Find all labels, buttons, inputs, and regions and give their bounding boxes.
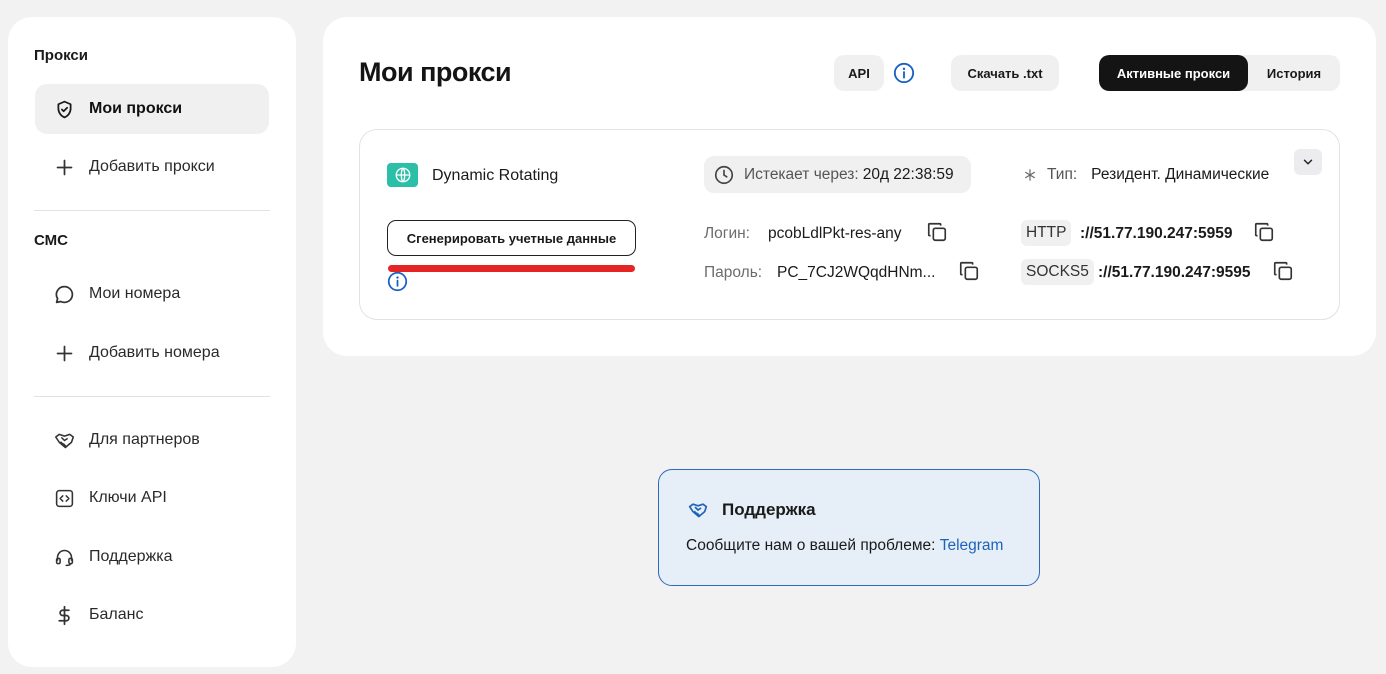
sidebar-item-support[interactable]: Поддержка (35, 532, 269, 582)
copy-icon[interactable] (1253, 221, 1275, 243)
plus-icon (53, 342, 75, 364)
sidebar-item-label: Для партнеров (89, 431, 200, 448)
support-title: Поддержка (722, 500, 816, 519)
login-value: pcobLdlPkt-res-any (768, 225, 902, 242)
tab-history[interactable]: История (1248, 55, 1340, 91)
sidebar-item-my-numbers[interactable]: Мои номера (35, 269, 269, 319)
api-button[interactable]: API (834, 55, 884, 91)
http-address: ://51.77.190.247:5959 (1080, 225, 1233, 242)
sidebar-item-label: Добавить номера (89, 344, 220, 361)
headset-icon (53, 546, 75, 568)
expires-badge: Истекает через: 20д 22:38:59 (704, 156, 971, 193)
sidebar-item-label: Баланс (89, 606, 144, 623)
telegram-link[interactable]: Telegram (940, 537, 1004, 554)
support-box: Поддержка Сообщите нам о вашей проблеме:… (658, 469, 1040, 586)
handshake-icon (688, 503, 708, 518)
copy-icon[interactable] (958, 260, 980, 282)
divider (34, 396, 270, 397)
generate-credentials-button[interactable]: Сгенерировать учетные данные (387, 220, 636, 256)
info-icon[interactable] (893, 62, 915, 84)
copy-icon[interactable] (1272, 260, 1294, 282)
expand-button[interactable] (1294, 149, 1322, 175)
sidebar-item-add-numbers[interactable]: Добавить номера (35, 328, 269, 378)
proxy-name: Dynamic Rotating (432, 167, 559, 184)
support-message: Сообщите нам о вашей проблеме: Telegram (686, 537, 1003, 555)
sidebar-item-label: Мои номера (89, 285, 181, 302)
handshake-icon (53, 429, 75, 451)
chat-bubble-icon (53, 283, 75, 305)
globe-icon (387, 163, 418, 187)
plus-icon (53, 156, 75, 178)
sidebar-item-label: Поддержка (89, 548, 173, 565)
info-icon[interactable] (387, 271, 408, 292)
main-panel: Мои прокси API Скачать .txt Активные про… (323, 17, 1376, 356)
code-icon (53, 487, 75, 509)
sidebar-item-label: Добавить прокси (89, 158, 215, 175)
sidebar-item-balance[interactable]: Баланс (35, 590, 269, 640)
page-title: Мои прокси (359, 57, 512, 87)
shield-icon (53, 98, 75, 120)
expires-label: Истекает через: (744, 165, 859, 183)
password-label: Пароль: (704, 264, 763, 281)
support-header: Поддержка (686, 500, 816, 520)
login-label: Логин: (704, 225, 750, 242)
download-txt-button[interactable]: Скачать .txt (951, 55, 1059, 91)
socks5-address: ://51.77.190.247:9595 (1098, 264, 1251, 281)
sidebar-item-my-proxies[interactable]: Мои прокси (35, 84, 269, 134)
http-badge: HTTP (1021, 220, 1072, 246)
proxy-card: Dynamic Rotating Истекает через: 20д 22:… (359, 129, 1340, 320)
divider (34, 210, 270, 211)
clock-icon (714, 165, 734, 184)
asterisk-icon (1025, 169, 1035, 181)
support-message-text: Сообщите нам о вашей проблеме: (686, 537, 940, 554)
sidebar-item-partners[interactable]: Для партнеров (35, 415, 269, 465)
copy-icon[interactable] (926, 221, 948, 243)
sidebar-item-label: Ключи API (89, 489, 167, 506)
expires-value: 20д 22:38:59 (862, 165, 954, 183)
sidebar-item-label: Мои прокси (89, 100, 183, 117)
socks5-badge: SOCKS5 (1021, 259, 1094, 285)
tabs: Активные прокси История (1099, 55, 1340, 91)
sidebar: Прокси Мои прокси Добавить прокси СМС Мо… (8, 17, 296, 667)
password-value: PC_7CJ2WQqdHNm... (777, 264, 936, 281)
type-value: Резидент. Динамические (1091, 166, 1270, 183)
sidebar-item-api-keys[interactable]: Ключи API (35, 473, 269, 523)
dollar-icon (53, 604, 75, 626)
type-row: Тип: Резидент. Динамические (1023, 166, 1269, 184)
type-label: Тип: (1047, 166, 1078, 183)
chevron-down-icon (1303, 159, 1313, 165)
error-indicator-bar (388, 265, 635, 272)
sidebar-item-add-proxy[interactable]: Добавить прокси (35, 142, 269, 192)
section-title-sms: СМС (34, 232, 68, 249)
section-title-proxy: Прокси (34, 47, 88, 64)
tab-active-proxies[interactable]: Активные прокси (1099, 55, 1248, 91)
